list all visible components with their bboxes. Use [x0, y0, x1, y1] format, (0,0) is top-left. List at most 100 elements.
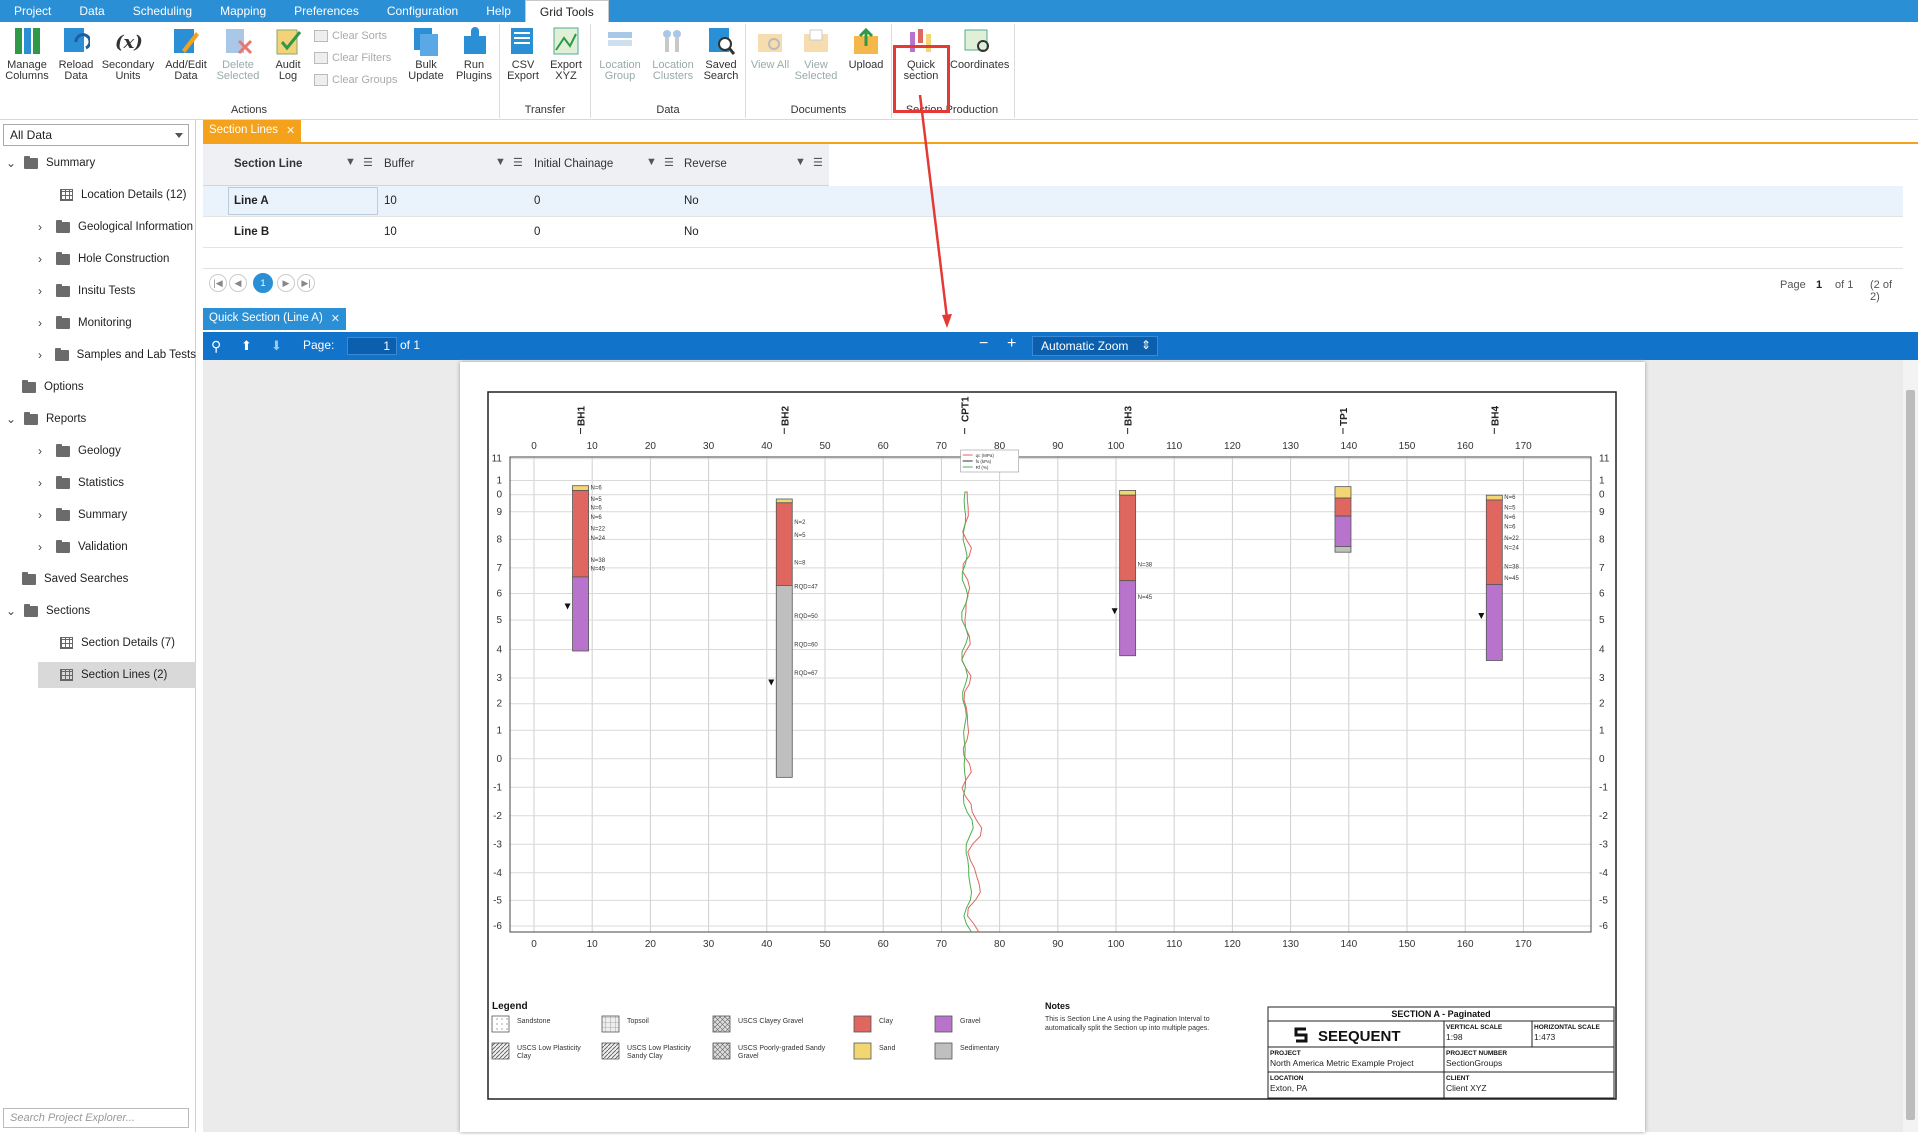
cell-initial-chainage[interactable]: 0	[534, 226, 540, 238]
zoom-out-button[interactable]: −	[979, 335, 988, 353]
page-1-button[interactable]: 1	[253, 273, 273, 293]
chevron-right-icon[interactable]: ›	[38, 509, 48, 521]
tree-item[interactable]: › Validation	[38, 534, 196, 560]
view-all-button[interactable]: View All	[750, 26, 790, 71]
first-page-button[interactable]: |◀	[209, 274, 227, 292]
clear-filters-button[interactable]: Clear Filters	[314, 52, 391, 64]
export-xyz-button[interactable]: Export XYZ	[546, 26, 586, 82]
table-row[interactable]: Line A 10 0 No	[203, 186, 1903, 217]
upload-button[interactable]: Upload	[844, 26, 888, 71]
tree-item-label: Location Details (12)	[81, 189, 187, 201]
prev-page-button[interactable]: ◀	[229, 274, 247, 292]
tree-item[interactable]: › Monitoring	[38, 310, 196, 336]
tree-item[interactable]: ⌄ Sections	[0, 598, 196, 624]
menu-data[interactable]: Data	[65, 0, 118, 22]
close-icon[interactable]: ✕	[331, 312, 340, 326]
cell-buffer[interactable]: 10	[384, 226, 397, 238]
coordinates-button[interactable]: Coordinates	[950, 26, 1009, 71]
chevron-right-icon[interactable]: ›	[38, 445, 48, 457]
menu-grid-tools[interactable]: Grid Tools	[524, 0, 609, 22]
clear-sorts-button[interactable]: Clear Sorts	[314, 30, 387, 42]
menu-icon[interactable]: ☰	[664, 156, 674, 169]
tree-item[interactable]: › Summary	[38, 502, 196, 528]
location-clusters-button[interactable]: Location Clusters	[650, 26, 696, 82]
close-icon[interactable]: ✕	[286, 124, 295, 138]
audit-log-button[interactable]: Audit Log	[266, 26, 310, 82]
cell-buffer[interactable]: 10	[384, 195, 397, 207]
chevron-right-icon[interactable]: ›	[38, 477, 48, 489]
zoom-select[interactable]: Automatic Zoom ⇕	[1032, 336, 1158, 356]
column-header-initial-chainage[interactable]: Initial Chainage	[534, 158, 613, 170]
column-header-reverse[interactable]: Reverse	[684, 158, 727, 170]
tree-item[interactable]: › Statistics	[38, 470, 196, 496]
csv-export-button[interactable]: CSV Export	[503, 26, 543, 82]
tree-item[interactable]: ⌄ Reports	[0, 406, 196, 432]
menu-project[interactable]: Project	[0, 0, 65, 22]
search-icon[interactable]: ⚲	[211, 338, 221, 355]
tree-item[interactable]: ⌄ Summary	[0, 150, 196, 176]
saved-search-button[interactable]: Saved Search	[700, 26, 742, 82]
run-plugins-button[interactable]: Run Plugins	[452, 26, 496, 82]
chevron-right-icon[interactable]: ›	[38, 317, 48, 329]
zoom-in-button[interactable]: +	[1007, 335, 1016, 353]
chevron-down-icon[interactable]: ⌄	[6, 605, 16, 617]
menu-icon[interactable]: ☰	[363, 156, 373, 169]
chevron-right-icon[interactable]: ›	[38, 285, 48, 297]
chevron-down-icon[interactable]: ⌄	[6, 157, 16, 169]
filter-icon[interactable]: ▼	[646, 156, 657, 168]
chevron-right-icon[interactable]: ›	[38, 253, 48, 265]
tree-item[interactable]: Saved Searches	[0, 566, 196, 592]
tree-item[interactable]: Section Lines (2)	[38, 662, 196, 688]
next-page-icon[interactable]: ⬇	[271, 338, 282, 354]
tree-item[interactable]: › Samples and Lab Tests	[38, 342, 196, 368]
manage-columns-button[interactable]: Manage Columns	[4, 26, 50, 82]
cell-initial-chainage[interactable]: 0	[534, 195, 540, 207]
tree-item[interactable]: › Geology	[38, 438, 196, 464]
filter-icon[interactable]: ▼	[345, 156, 356, 168]
menu-icon[interactable]: ☰	[513, 156, 523, 169]
cell-section-line[interactable]: Line B	[234, 226, 269, 238]
tree-item[interactable]: › Hole Construction	[38, 246, 196, 272]
next-page-button[interactable]: ▶	[277, 274, 295, 292]
tree-item[interactable]: Location Details (12)	[38, 182, 196, 208]
tab-section-lines[interactable]: Section Lines ✕	[203, 120, 302, 142]
chevron-right-icon[interactable]: ›	[38, 221, 48, 233]
data-filter-select[interactable]: All Data	[3, 124, 189, 146]
column-header-section-line[interactable]: Section Line	[234, 158, 302, 170]
filter-icon[interactable]: ▼	[495, 156, 506, 168]
tree-item[interactable]: Options	[0, 374, 196, 400]
viewer-scrollbar[interactable]	[1903, 360, 1918, 1132]
secondary-units-button[interactable]: (x) Secondary Units	[100, 26, 156, 82]
tab-quick-section[interactable]: Quick Section (Line A) ✕	[203, 308, 346, 330]
menu-configuration[interactable]: Configuration	[373, 0, 472, 22]
chevron-right-icon[interactable]: ›	[38, 541, 48, 553]
chevron-right-icon[interactable]: ›	[38, 349, 47, 361]
view-selected-button[interactable]: View Selected	[794, 26, 838, 82]
menu-mapping[interactable]: Mapping	[206, 0, 280, 22]
menu-preferences[interactable]: Preferences	[280, 0, 373, 22]
cell-reverse[interactable]: No	[684, 226, 699, 238]
column-header-buffer[interactable]: Buffer	[384, 158, 414, 170]
tree-item[interactable]: › Geological Information	[38, 214, 196, 240]
menu-help[interactable]: Help	[472, 0, 525, 22]
scroll-thumb[interactable]	[1906, 390, 1915, 1120]
page-number-input[interactable]: 1	[347, 337, 397, 355]
cell-reverse[interactable]: No	[684, 195, 699, 207]
table-row[interactable]: Line B 10 0 No	[203, 217, 1903, 248]
add-edit-data-button[interactable]: Add/Edit Data	[162, 26, 210, 82]
menu-icon[interactable]: ☰	[813, 156, 823, 169]
filter-icon[interactable]: ▼	[795, 156, 806, 168]
chevron-down-icon[interactable]: ⌄	[6, 413, 16, 425]
last-page-button[interactable]: ▶|	[297, 274, 315, 292]
tree-item[interactable]: › Insitu Tests	[38, 278, 196, 304]
reload-data-button[interactable]: Reload Data	[56, 26, 96, 82]
cell-section-line[interactable]: Line A	[234, 195, 269, 207]
clear-groups-button[interactable]: Clear Groups	[314, 74, 397, 86]
delete-selected-button[interactable]: Delete Selected	[216, 26, 260, 82]
explorer-search-input[interactable]: Search Project Explorer...	[3, 1108, 189, 1128]
previous-page-icon[interactable]: ⬆	[241, 338, 252, 354]
menu-scheduling[interactable]: Scheduling	[119, 0, 206, 22]
bulk-update-button[interactable]: Bulk Update	[404, 26, 448, 82]
location-group-button[interactable]: Location Group	[594, 26, 646, 82]
tree-item[interactable]: Section Details (7)	[38, 630, 196, 656]
